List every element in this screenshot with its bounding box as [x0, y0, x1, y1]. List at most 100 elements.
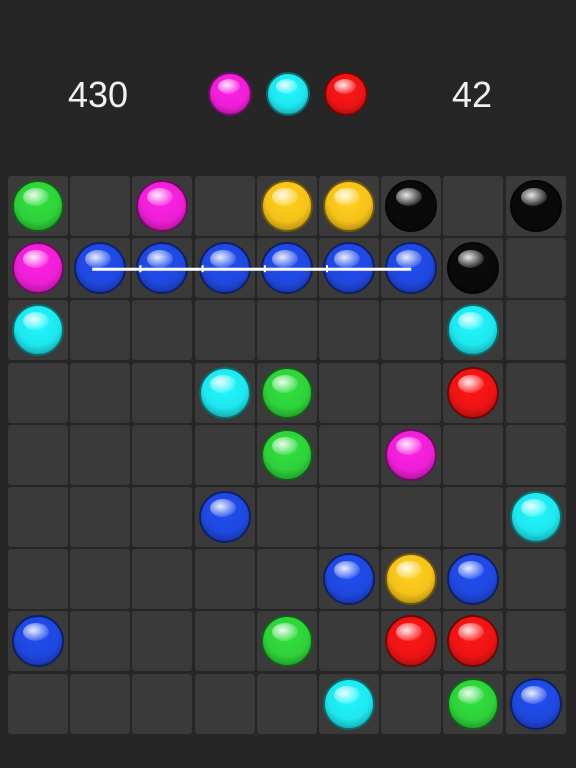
board-cell[interactable]: [319, 238, 379, 299]
ball-cyan[interactable]: [12, 304, 64, 357]
ball-green[interactable]: [447, 677, 500, 730]
board-cell[interactable]: [381, 362, 442, 423]
board-cell[interactable]: [381, 424, 442, 485]
ball-cyan[interactable]: [323, 677, 375, 730]
board-cell[interactable]: [256, 424, 317, 485]
board-cell[interactable]: [70, 300, 131, 361]
board-cell[interactable]: [194, 238, 255, 299]
board-cell[interactable]: [319, 300, 379, 361]
ball-green[interactable]: [260, 366, 313, 419]
board-cell[interactable]: [70, 424, 131, 485]
board-cell[interactable]: [70, 673, 131, 734]
board-cell[interactable]: [443, 611, 504, 672]
board-cell[interactable]: [256, 238, 317, 299]
ball-blue[interactable]: [323, 553, 375, 606]
ball-blue[interactable]: [260, 242, 313, 295]
board-cell[interactable]: [194, 300, 255, 361]
board-cell[interactable]: [8, 487, 68, 547]
board-cell[interactable]: [381, 176, 442, 236]
board-cell[interactable]: [256, 673, 317, 734]
board-cell[interactable]: [132, 300, 193, 361]
ball-green[interactable]: [260, 428, 313, 481]
board-cell[interactable]: [443, 487, 504, 547]
board-cell[interactable]: [8, 673, 68, 734]
board-cell[interactable]: [443, 549, 504, 610]
board-cell[interactable]: [194, 673, 255, 734]
board-cell[interactable]: [381, 611, 442, 672]
board-cell[interactable]: [194, 362, 255, 423]
ball-blue[interactable]: [385, 242, 438, 295]
board-cell[interactable]: [381, 673, 442, 734]
board-cell[interactable]: [8, 238, 68, 299]
board-cell[interactable]: [8, 549, 68, 610]
board-cell[interactable]: [319, 424, 379, 485]
board-cell[interactable]: [319, 549, 379, 610]
board-cell[interactable]: [194, 487, 255, 547]
ball-black[interactable]: [447, 242, 500, 295]
ball-yellow[interactable]: [260, 180, 313, 232]
ball-magenta[interactable]: [385, 428, 438, 481]
board-cell[interactable]: [381, 487, 442, 547]
board-cell[interactable]: [505, 424, 566, 485]
board-cell[interactable]: [70, 549, 131, 610]
board-cell[interactable]: [443, 300, 504, 361]
board-cell[interactable]: [381, 300, 442, 361]
board-cell[interactable]: [319, 487, 379, 547]
ball-magenta[interactable]: [12, 242, 64, 295]
game-board[interactable]: [8, 176, 568, 736]
board-cell[interactable]: [256, 362, 317, 423]
ball-black[interactable]: [509, 180, 562, 232]
board-cell[interactable]: [256, 176, 317, 236]
board-cell[interactable]: [256, 487, 317, 547]
ball-blue[interactable]: [198, 491, 251, 543]
board-cell[interactable]: [70, 362, 131, 423]
board-cell[interactable]: [70, 487, 131, 547]
ball-blue[interactable]: [136, 242, 189, 295]
board-cell[interactable]: [194, 176, 255, 236]
ball-green[interactable]: [260, 615, 313, 668]
ball-blue[interactable]: [509, 677, 562, 730]
ball-yellow[interactable]: [385, 553, 438, 606]
board-cell[interactable]: [319, 673, 379, 734]
board-cell[interactable]: [256, 611, 317, 672]
board-cell[interactable]: [132, 424, 193, 485]
ball-yellow[interactable]: [323, 180, 375, 232]
board-cell[interactable]: [132, 238, 193, 299]
ball-blue[interactable]: [12, 615, 64, 668]
board-cell[interactable]: [443, 673, 504, 734]
ball-blue[interactable]: [74, 242, 127, 295]
board-cell[interactable]: [443, 424, 504, 485]
board-cell[interactable]: [8, 611, 68, 672]
ball-black[interactable]: [385, 180, 438, 232]
board-cell[interactable]: [8, 300, 68, 361]
ball-blue[interactable]: [447, 553, 500, 606]
board-cell[interactable]: [505, 611, 566, 672]
board-cell[interactable]: [132, 611, 193, 672]
board-cell[interactable]: [319, 362, 379, 423]
board-cell[interactable]: [8, 176, 68, 236]
board-cell[interactable]: [132, 176, 193, 236]
board-cell[interactable]: [256, 549, 317, 610]
board-cell[interactable]: [505, 487, 566, 547]
ball-blue[interactable]: [198, 242, 251, 295]
board-cell[interactable]: [70, 238, 131, 299]
board-cell[interactable]: [505, 176, 566, 236]
board-cell[interactable]: [194, 611, 255, 672]
board-cell[interactable]: [381, 238, 442, 299]
board-cell[interactable]: [194, 424, 255, 485]
ball-red[interactable]: [447, 615, 500, 668]
board-cell[interactable]: [132, 549, 193, 610]
board-cell[interactable]: [8, 424, 68, 485]
ball-green[interactable]: [12, 180, 64, 232]
board-cell[interactable]: [256, 300, 317, 361]
board-cell[interactable]: [505, 362, 566, 423]
ball-blue[interactable]: [323, 242, 375, 295]
board-cell[interactable]: [381, 549, 442, 610]
board-cell[interactable]: [194, 549, 255, 610]
board-cell[interactable]: [132, 362, 193, 423]
board-cell[interactable]: [443, 176, 504, 236]
board-cell[interactable]: [132, 487, 193, 547]
ball-cyan[interactable]: [198, 366, 251, 419]
ball-red[interactable]: [385, 615, 438, 668]
board-cell[interactable]: [505, 673, 566, 734]
